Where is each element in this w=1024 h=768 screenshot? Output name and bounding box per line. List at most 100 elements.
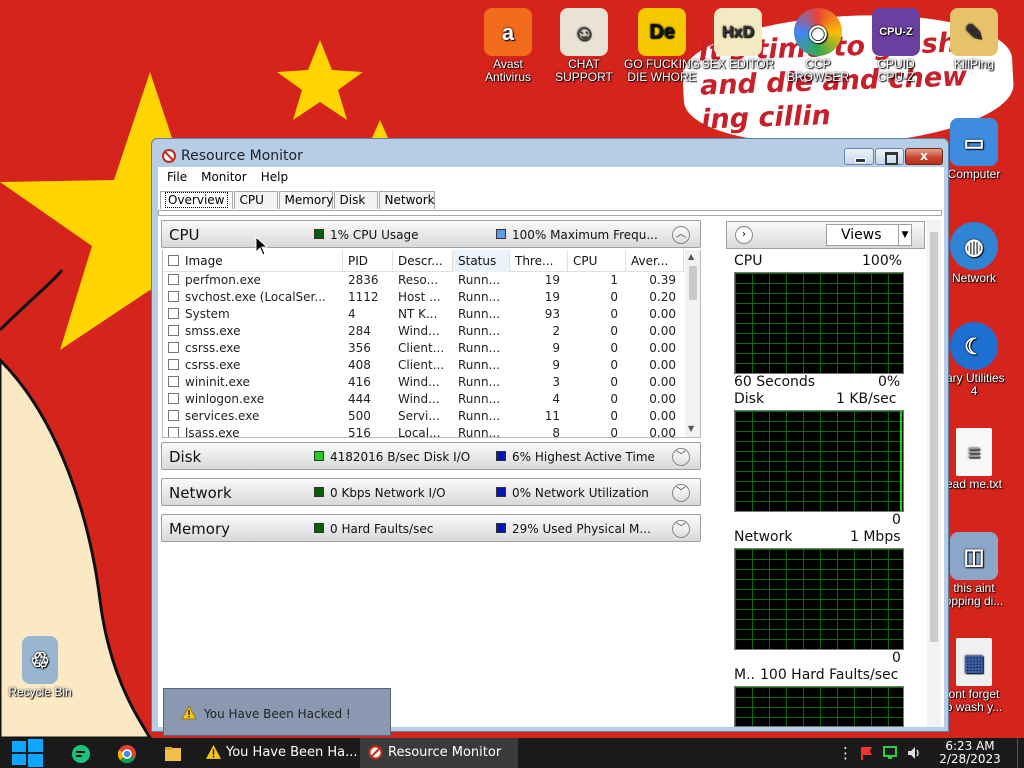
show-desktop-button[interactable] [1017, 738, 1024, 768]
desktop-icon-chat-support[interactable]: ☺ CHAT SUPPORT [546, 8, 622, 84]
desktop-icon-cpu-z[interactable]: CPU-Z CPUID CPU-Z [858, 8, 934, 84]
column-header-image[interactable]: Image [163, 250, 343, 272]
hacked-notification[interactable]: You Have Been Hacked ! [163, 688, 391, 736]
maximize-button[interactable] [875, 148, 904, 165]
file-explorer-icon[interactable] [162, 743, 184, 765]
cell-status: Runn... [458, 426, 501, 438]
network-graph-max: 1 Mbps [850, 529, 901, 545]
expand-network-chevron-icon[interactable]: ﹀ [672, 484, 690, 502]
row-checkbox[interactable] [168, 359, 179, 370]
cell-text: lsass.exe [185, 426, 240, 438]
memory-section-header[interactable]: Memory 0 Hard Faults/sec 29% Used Physic… [161, 514, 701, 542]
cpu-section-header[interactable]: CPU 1% CPU Usage 100% Maximum Frequ... ︿ [161, 220, 701, 248]
cell-desc: Client... [398, 341, 445, 355]
minimize-button[interactable] [844, 148, 874, 165]
row-checkbox[interactable] [168, 325, 179, 336]
desktop-icon-ccp-browser[interactable]: ◉ CCP BROWSER [780, 8, 856, 84]
views-dropdown[interactable]: Views ▼ [826, 224, 912, 246]
cell-text: smss.exe [185, 324, 241, 338]
process-table-scrollbar[interactable]: ▲ ▼ [685, 250, 700, 437]
table-row[interactable]: perfmon.exe 2836 Reso... Runn... 19 1 0.39 [163, 272, 700, 289]
graphs-scrollbar[interactable] [927, 220, 941, 727]
row-checkbox[interactable] [168, 308, 179, 319]
expand-memory-chevron-icon[interactable]: ﹀ [672, 520, 690, 538]
table-row[interactable]: wininit.exe 416 Wind... Runn... 3 0 0.00 [163, 374, 700, 391]
row-checkbox[interactable] [168, 342, 179, 353]
chrome-icon[interactable] [116, 743, 138, 765]
action-center-flag-icon[interactable] [858, 745, 874, 761]
disk-io-legend-swatch [314, 451, 324, 461]
resource-monitor-window[interactable]: Resource Monitor x File Monitor Help Ove… [151, 138, 949, 732]
taskbar-task-resource-monitor[interactable]: Resource Monitor [360, 738, 518, 768]
scrollbar-thumb[interactable] [689, 266, 697, 300]
column-header-status[interactable]: Status [453, 250, 510, 272]
tab-disk[interactable]: Disk [333, 191, 378, 209]
column-label: Image [185, 254, 223, 268]
tab-network[interactable]: Network [378, 191, 435, 209]
collapse-graphs-arrow-icon[interactable]: › [735, 226, 753, 244]
graphs-scrollbar-thumb[interactable] [930, 232, 938, 642]
desktop-icon-recycle-bin[interactable]: ♲ Recycle Bin [2, 636, 78, 699]
column-header-pid[interactable]: PID [343, 250, 393, 272]
collapse-cpu-chevron-icon[interactable]: ︿ [672, 226, 690, 244]
cell-avg: 0.00 [649, 341, 676, 355]
column-header-description[interactable]: Descr... [393, 250, 453, 272]
desktop-icon-hxd[interactable]: HxD SEX EDITOR [700, 8, 776, 71]
menu-help[interactable]: Help [254, 167, 295, 187]
scroll-down-arrow-icon[interactable]: ▼ [688, 424, 694, 433]
more-options-icon[interactable]: ⋮ [838, 744, 853, 762]
memory-graph-title: M.. [734, 667, 755, 683]
cell-avg: 0.39 [649, 273, 676, 287]
row-checkbox[interactable] [168, 427, 179, 437]
row-checkbox[interactable] [168, 410, 179, 421]
table-row[interactable]: svchost.exe (LocalSer... 1112 Host ... Runn… [163, 289, 700, 306]
table-row[interactable]: csrss.exe 408 Client... Runn... 9 0 0.00 [163, 357, 700, 374]
cell-avg: 0.00 [649, 392, 676, 406]
cell-threads: 93 [544, 307, 560, 321]
tab-memory[interactable]: Memory [278, 191, 333, 209]
menu-file[interactable]: File [160, 167, 194, 187]
network-io-stat: 0 Kbps Network I/O [330, 486, 446, 500]
column-header-cpu[interactable]: CPU [568, 250, 626, 272]
table-row[interactable]: System 4 NT K... Runn... 93 0 0.00 [163, 306, 700, 323]
table-row[interactable]: lsass.exe 516 Local... Runn... 8 0 0.00 [163, 425, 700, 438]
overview-left-pane: CPU 1% CPU Usage 100% Maximum Frequ... ︿… [159, 220, 702, 727]
column-header-average-cpu[interactable]: Aver... [626, 250, 684, 272]
cell-status: Runn... [458, 324, 501, 338]
network-utilization-legend-swatch [496, 487, 506, 497]
active-time-stat: 6% Highest Active Time [512, 450, 655, 464]
cell-threads: 3 [552, 375, 560, 389]
desktop-icon-killping[interactable]: ✎ KillPing [936, 8, 1012, 71]
table-row[interactable]: smss.exe 284 Wind... Runn... 2 0 0.00 [163, 323, 700, 340]
desktop-icon-avast[interactable]: a Avast Antivirus [470, 8, 546, 84]
start-button-windows-icon[interactable] [10, 738, 44, 768]
row-checkbox[interactable] [168, 376, 179, 387]
select-all-checkbox[interactable] [168, 255, 179, 266]
menu-monitor[interactable]: Monitor [194, 167, 254, 187]
table-row[interactable]: csrss.exe 356 Client... Runn... 9 0 0.00 [163, 340, 700, 357]
expand-disk-chevron-icon[interactable]: ﹀ [672, 448, 690, 466]
disk-section-header[interactable]: Disk 4182016 B/sec Disk I/O 6% Highest A… [161, 442, 701, 470]
taskbar-task-label: Resource Monitor [388, 745, 502, 760]
scroll-up-arrow-icon[interactable]: ▲ [688, 252, 694, 261]
table-row[interactable]: winlogon.exe 444 Wind... Runn... 4 0 0.00 [163, 391, 700, 408]
speaker-icon[interactable] [906, 745, 922, 761]
cell-pid: 1112 [348, 290, 379, 304]
tab-overview[interactable]: Overview [160, 191, 233, 209]
row-checkbox[interactable] [168, 291, 179, 302]
chat-app-icon[interactable] [70, 743, 92, 765]
table-row[interactable]: services.exe 500 Servi... Runn... 11 0 0.00 [163, 408, 700, 425]
cpu-usage-legend-swatch [314, 229, 324, 239]
cell-status: Runn... [458, 358, 501, 372]
taskbar-clock[interactable]: 6:23 AM 2/28/2023 [936, 740, 1004, 766]
close-button[interactable]: x [905, 148, 943, 165]
tab-cpu[interactable]: CPU [233, 191, 278, 209]
column-header-threads[interactable]: Thre... [510, 250, 568, 272]
row-checkbox[interactable] [168, 274, 179, 285]
network-section-header[interactable]: Network 0 Kbps Network I/O 0% Network Ut… [161, 478, 701, 506]
de-logo-icon: De [638, 8, 686, 56]
desktop-icon-die[interactable]: De GO FUCKING DIE WHORE [624, 8, 700, 84]
taskbar-task-hacked[interactable]: You Have Been Ha... [198, 738, 358, 768]
network-tray-icon[interactable] [882, 745, 898, 761]
row-checkbox[interactable] [168, 393, 179, 404]
